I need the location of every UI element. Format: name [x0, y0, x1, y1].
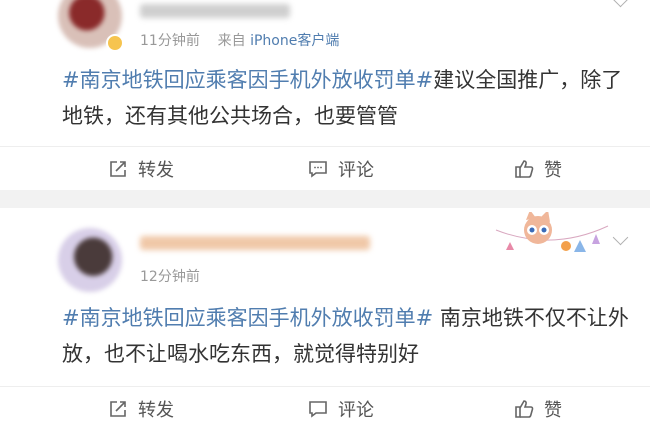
post-text: #南京地铁回应乘客因手机外放收罚单# 南京地铁不仅不让外放，也不让喝水吃东西，就… — [62, 300, 632, 372]
thumbs-up-icon — [515, 400, 534, 418]
action-bar: 转发 评论 赞 — [0, 386, 650, 431]
comment-label: 评论 — [338, 160, 374, 181]
username-blurred[interactable] — [140, 4, 290, 18]
post-text: #南京地铁回应乘客因手机外放收罚单#建议全国推广，除了地铁，还有其他公共场合，也… — [62, 62, 632, 134]
post-meta: 12分钟前 — [140, 266, 200, 286]
post-time: 11分钟前 — [140, 33, 200, 49]
comment-button[interactable]: 评论 — [308, 147, 374, 191]
cartoon-decoration-icon — [495, 212, 609, 252]
comment-bubble-icon — [309, 161, 327, 178]
comment-button[interactable]: 评论 — [308, 387, 374, 431]
share-edit-icon — [110, 161, 126, 177]
share-edit-icon — [110, 401, 126, 417]
avatar[interactable] — [58, 228, 122, 292]
post-source[interactable]: iPhone客户端 — [250, 33, 339, 49]
like-button[interactable]: 赞 — [514, 147, 562, 191]
chevron-down-icon[interactable] — [612, 229, 629, 246]
comment-bubble-icon — [309, 401, 327, 418]
topic-link[interactable]: #南京地铁回应乘客因手机外放收罚单# — [62, 68, 433, 92]
topic-link[interactable]: #南京地铁回应乘客因手机外放收罚单# — [62, 306, 433, 330]
post-separator — [0, 190, 650, 208]
weibo-post-2: 12分钟前 #南京地铁回应乘客因手机外放收罚单# 南京地铁不仅不让外放，也不让喝… — [0, 208, 650, 421]
username-blurred[interactable] — [140, 236, 370, 250]
like-button[interactable]: 赞 — [514, 387, 562, 431]
post-meta: 11分钟前 来自 iPhone客户端 — [140, 30, 339, 50]
thumbs-up-icon — [515, 160, 534, 178]
chevron-down-icon[interactable] — [612, 0, 629, 8]
repost-button[interactable]: 转发 — [108, 147, 174, 191]
repost-button[interactable]: 转发 — [108, 387, 174, 431]
repost-label: 转发 — [138, 160, 174, 181]
like-label: 赞 — [544, 160, 562, 181]
verified-badge — [106, 34, 124, 52]
action-bar: 转发 评论 赞 — [0, 146, 650, 191]
weibo-post-1: 11分钟前 来自 iPhone客户端 #南京地铁回应乘客因手机外放收罚单#建议全… — [0, 0, 650, 190]
post-from-label: 来自 — [217, 33, 246, 49]
post-time: 12分钟前 — [140, 269, 200, 285]
